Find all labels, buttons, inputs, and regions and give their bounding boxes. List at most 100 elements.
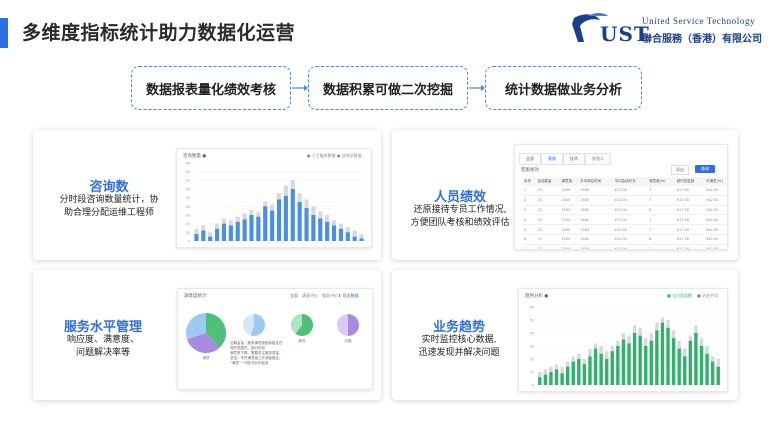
table-cell: 1500 xyxy=(560,214,580,226)
table-row[interactable]: 6 21 1500 1580 ¥12.00 8 ¥17.00 ¥42.00 xyxy=(523,234,727,245)
inquiry-bar-primary xyxy=(249,215,254,241)
table-cell: 1500 xyxy=(560,224,580,235)
inquiry-bar-primary xyxy=(325,221,330,241)
pie-slice xyxy=(337,314,348,336)
inquiry-bar-primary xyxy=(311,215,316,241)
card-service: 服务水平管理 响应度、满意度、 问题解决率等 满意度统计 全部 满意评价 服务评价 … xyxy=(33,270,381,400)
trend-bar-primary xyxy=(577,359,581,385)
card-trend-desc-2: 迅速发现并解决问题 xyxy=(418,348,500,358)
card-staff-title: 人员绩效 xyxy=(433,190,486,205)
table-cell: ¥17.00 xyxy=(675,205,706,216)
table-cell: ¥17.00 xyxy=(675,195,706,206)
table-cell: ¥17.00 xyxy=(675,186,706,196)
inquiry-bar-primary xyxy=(256,216,261,241)
service-chart-preview: 满意度统计 全部 满意评价 服务评价 ⬇ 导出数据 满意 服务 问题 近期会话，服务满意… xyxy=(177,288,373,390)
card-staff: 人员绩效 还原接待专员工作情况, 方便团队考核和绩效评估 全部 客服 技术 外包人 客… xyxy=(392,130,738,260)
inquiry-bar-primary xyxy=(215,228,220,241)
inquiry-bar-primary xyxy=(283,195,288,241)
trend-bar-primary xyxy=(610,351,614,385)
table-row[interactable]: 7 22 1500 1580 ¥12.00 7 ¥17.00 ¥42.00 xyxy=(523,244,727,249)
staff-tab[interactable]: 技术 xyxy=(563,153,585,165)
trend-bar-primary xyxy=(588,356,592,385)
table-cell: 1500 xyxy=(560,234,580,245)
table-cell: 1580 xyxy=(579,244,614,249)
inquiry-bar-primary xyxy=(194,234,199,241)
card-trend: 业务趋势 实时监控核心数据, 迅速发现并解决问题 趋势分析 ● ■ 当日会话数 … xyxy=(392,270,738,400)
inquiry-y-tick: 20 xyxy=(186,222,190,226)
inquiry-bar-primary xyxy=(290,189,295,241)
table-header-cell[interactable]: 会话数量 xyxy=(536,177,561,186)
trend-bar-primary xyxy=(638,335,642,385)
table-header-cell[interactable]: 超时回复数 xyxy=(675,177,706,186)
table-row[interactable]: 3 21 1500 1580 ¥12.00 8 ¥17.00 ¥42.00 xyxy=(523,205,727,216)
table-cell: 7 xyxy=(523,244,537,249)
card-service-title: 服务水平管理 xyxy=(63,320,142,335)
table-cell: ¥12.00 xyxy=(613,205,649,216)
table-cell: ¥42.00 xyxy=(705,214,727,226)
trend-bar-primary xyxy=(666,327,670,385)
table-row[interactable]: 5 21 1500 1580 ¥12.00 7 ¥17.00 ¥42.00 xyxy=(523,224,727,235)
table-header-cell[interactable]: 满意度(%) xyxy=(648,177,676,186)
table-cell: 7 xyxy=(648,214,676,226)
flow-step-3: 统计数据做业务分析 xyxy=(485,66,642,110)
trend-bar-primary xyxy=(554,369,559,385)
inquiry-y-tick: 0 xyxy=(188,240,190,244)
staff-search-button[interactable]: 查询 xyxy=(695,165,715,173)
flow-step-2: 数据积累可做二次挖掘 xyxy=(308,66,468,110)
inquiry-bar-primary xyxy=(263,206,268,241)
table-cell: ¥12.00 xyxy=(613,186,649,196)
table-cell: ¥42.00 xyxy=(705,195,727,206)
company-logo: UST United Service Technology 聯合服務（香港）有限… xyxy=(570,10,770,46)
inquiry-y-tick: 50 xyxy=(186,196,190,200)
inquiry-bar-primary xyxy=(201,230,206,241)
trend-bar-primary xyxy=(616,346,620,385)
table-row[interactable]: 1 21 1500 1580 ¥12.00 7 ¥17.00 ¥42.00 xyxy=(523,186,727,196)
table-cell: 8 xyxy=(648,205,676,216)
page-title: 多维度指标统计助力数据化运营 xyxy=(22,22,296,44)
card-staff-desc-1: 还原接待专员工作情况, xyxy=(413,205,507,215)
trend-y-tick: 30 xyxy=(530,345,534,349)
table-cell: ¥12.00 xyxy=(613,244,649,249)
table-header-cell[interactable]: 平均响应时间 xyxy=(579,177,614,186)
table-header-cell[interactable]: 序号 xyxy=(523,177,537,186)
staff-tab[interactable]: 全部 xyxy=(519,153,541,165)
trend-bar-primary xyxy=(677,348,681,385)
table-cell: ¥42.00 xyxy=(705,234,727,245)
inquiry-y-tick: 80 xyxy=(186,170,190,174)
staff-export-button[interactable]: 导出 xyxy=(671,165,689,175)
trend-bar-primary xyxy=(571,361,575,385)
trend-bar-primary xyxy=(605,359,609,385)
table-header-cell[interactable]: 不满意(%) xyxy=(705,177,727,186)
inquiry-bar-primary xyxy=(208,236,213,241)
table-cell: 22 xyxy=(536,244,561,249)
inquiry-bar-primary xyxy=(338,228,343,241)
table-cell: ¥17.00 xyxy=(675,244,706,249)
table-row[interactable]: 2 20 1500 1580 ¥12.00 7 ¥17.00 ¥42.00 xyxy=(523,195,727,206)
inquiry-bar-primary xyxy=(331,225,337,241)
table-cell: 3 xyxy=(523,205,537,216)
card-inquiry-title: 咨询数 xyxy=(89,180,129,195)
table-cell: 1500 xyxy=(560,205,580,216)
table-cell: ¥42.00 xyxy=(705,186,727,196)
table-cell: 20 xyxy=(536,214,561,226)
inquiry-y-tick: 40 xyxy=(186,205,190,209)
inquiry-y-tick: 60 xyxy=(186,188,190,192)
trend-chart-preview: 趋势分析 ● ■ 当日会话数 ■ 历史平均 60 50 40 30 20 10 0 xyxy=(518,288,728,392)
staff-tab[interactable]: 外包人 xyxy=(585,153,611,165)
table-cell: 5 xyxy=(523,224,537,235)
table-header-cell[interactable]: 平均会话时长 xyxy=(613,177,649,186)
trend-bar-primary xyxy=(655,330,659,385)
inquiry-bar-primary xyxy=(235,221,240,241)
inquiry-bar-primary xyxy=(242,219,247,241)
trend-bar-primary xyxy=(683,356,687,385)
staff-tab[interactable]: 客服 xyxy=(541,153,563,165)
trend-y-tick: 60 xyxy=(530,306,534,310)
table-cell: 1580 xyxy=(579,224,614,235)
table-cell: 7 xyxy=(648,186,676,196)
table-header-cell[interactable]: 满意量 xyxy=(560,177,580,186)
table-header-row: 序号 会话数量 满意量 平均响应时间 平均会话时长 满意度(%) 超时回复数 不满意(%) xyxy=(523,177,727,186)
inquiry-y-tick: 90 xyxy=(186,162,190,166)
trend-bar-primary xyxy=(671,338,676,385)
table-row[interactable]: 4 20 1500 1580 ¥12.00 7 ¥17.00 ¥42.00 xyxy=(523,214,727,226)
table-cell: 21 xyxy=(536,205,561,216)
